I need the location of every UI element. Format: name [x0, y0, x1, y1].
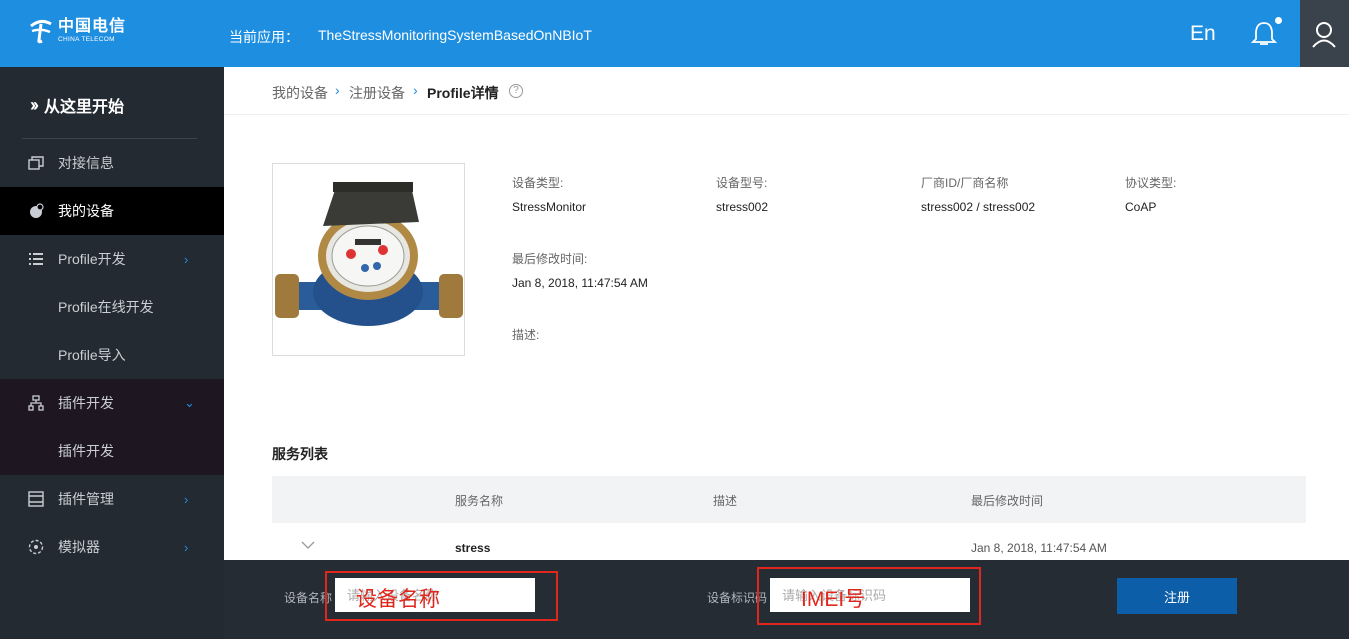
start-here-label: 从这里开始 — [44, 99, 125, 116]
top-header: 中国电信 CHINA TELECOM 当前应用： TheStressMonito… — [0, 0, 1349, 67]
device-name-input[interactable] — [335, 578, 535, 612]
telecom-logo-icon — [30, 19, 52, 44]
manufacturer-value: stress002 / stress002 — [921, 200, 1036, 214]
sidebar-item-profile-dev[interactable]: Profile开发 › — [0, 235, 224, 283]
register-button[interactable]: 注册 — [1117, 578, 1237, 614]
sidebar-item-label: 插件管理 — [58, 491, 114, 507]
water-meter-image — [275, 182, 463, 326]
start-here-link[interactable]: ›› 从这里开始 — [30, 93, 124, 117]
sidebar: ›› 从这里开始 对接信息 我的设备 Profile开发 › Profile在线… — [0, 67, 224, 639]
bell-icon[interactable] — [1250, 20, 1278, 48]
breadcrumb-current: Profile详情 — [427, 85, 499, 101]
last-modified-value: Jan 8, 2018, 11:47:54 AM — [512, 276, 648, 290]
double-chevron-right-icon: ›› — [30, 94, 39, 115]
simulator-icon — [28, 539, 44, 555]
sidebar-item-integration-info[interactable]: 对接信息 — [0, 139, 224, 187]
service-name-cell: stress — [455, 541, 491, 555]
sidebar-item-label: Profile在线开发 — [58, 299, 154, 315]
list-icon — [29, 253, 43, 265]
service-table-header: 服务名称 描述 最后修改时间 — [272, 476, 1306, 523]
chevron-down-icon: ⌄ — [184, 395, 195, 410]
device-type-label: 设备类型: — [512, 176, 564, 190]
user-menu-button[interactable] — [1300, 0, 1349, 67]
sidebar-item-label: Profile导入 — [58, 347, 126, 363]
help-icon[interactable]: ? — [509, 84, 523, 98]
logo-en-text: CHINA TELECOM — [58, 35, 115, 43]
service-modified-cell: Jan 8, 2018, 11:47:54 AM — [971, 541, 1107, 555]
chevron-right-icon: › — [184, 251, 189, 267]
notification-dot — [1275, 17, 1282, 24]
sidebar-item-label: 模拟器 — [58, 539, 100, 555]
sidebar-item-label: Profile开发 — [58, 251, 126, 267]
device-model-value: stress002 — [716, 200, 769, 214]
sidebar-item-label: 对接信息 — [58, 155, 114, 171]
hierarchy-icon — [28, 395, 44, 411]
window-icon — [28, 156, 44, 170]
breadcrumb-register-device[interactable]: 注册设备 — [349, 83, 405, 103]
sidebar-item-label: 插件开发 — [58, 395, 114, 411]
sidebar-item-plugin-manage[interactable]: 插件管理 › — [0, 475, 224, 523]
language-toggle[interactable]: En — [1190, 22, 1216, 46]
device-icon — [30, 203, 44, 218]
china-telecom-logo[interactable]: 中国电信 CHINA TELECOM — [28, 18, 126, 44]
sidebar-item-simulator[interactable]: 模拟器 › — [0, 523, 224, 571]
protocol-label: 协议类型: — [1125, 176, 1177, 190]
protocol-value: CoAP — [1125, 200, 1157, 214]
breadcrumb-my-devices[interactable]: 我的设备 — [272, 83, 328, 103]
breadcrumb-separator-icon: › — [335, 82, 340, 98]
device-name-label: 设备名称 — [284, 591, 333, 605]
device-model-label: 设备型号: — [716, 176, 768, 190]
sidebar-item-plugin-dev-sub[interactable]: 插件开发 — [0, 427, 224, 475]
device-type-value: StressMonitor — [512, 200, 587, 214]
sidebar-item-my-devices[interactable]: 我的设备 — [0, 187, 224, 235]
logo-cn-text: 中国电信 — [58, 17, 127, 35]
current-app-name[interactable]: TheStressMonitoringSystemBasedOnNBIoT — [318, 27, 592, 43]
device-id-label: 设备标识码 — [707, 591, 768, 605]
expand-chevron-down-icon[interactable] — [300, 537, 316, 553]
sidebar-item-label: 我的设备 — [58, 203, 114, 219]
chevron-right-icon: › — [184, 539, 189, 555]
sidebar-item-label: 插件开发 — [58, 443, 114, 459]
service-list-title: 服务列表 — [272, 446, 328, 462]
column-service-name: 服务名称 — [455, 494, 504, 508]
user-icon — [1312, 22, 1336, 48]
current-app-label: 当前应用： — [229, 29, 299, 45]
last-modified-label: 最后修改时间: — [512, 252, 588, 266]
sidebar-item-plugin-dev[interactable]: 插件开发 ⌄ — [0, 379, 224, 427]
column-description: 描述 — [713, 494, 738, 508]
panel-icon — [28, 491, 44, 507]
sidebar-item-profile-online[interactable]: Profile在线开发 — [0, 283, 224, 331]
chevron-right-icon: › — [184, 491, 189, 507]
breadcrumb-separator-icon: › — [413, 82, 418, 98]
device-image — [272, 163, 465, 356]
column-last-modified: 最后修改时间 — [971, 494, 1044, 508]
description-label: 描述: — [512, 328, 540, 342]
sidebar-item-profile-import[interactable]: Profile导入 — [0, 331, 224, 379]
device-id-input[interactable] — [770, 578, 970, 612]
breadcrumb: 我的设备 › 注册设备 › Profile详情 ? — [224, 67, 1349, 115]
manufacturer-label: 厂商ID/厂商名称 — [921, 176, 1009, 190]
